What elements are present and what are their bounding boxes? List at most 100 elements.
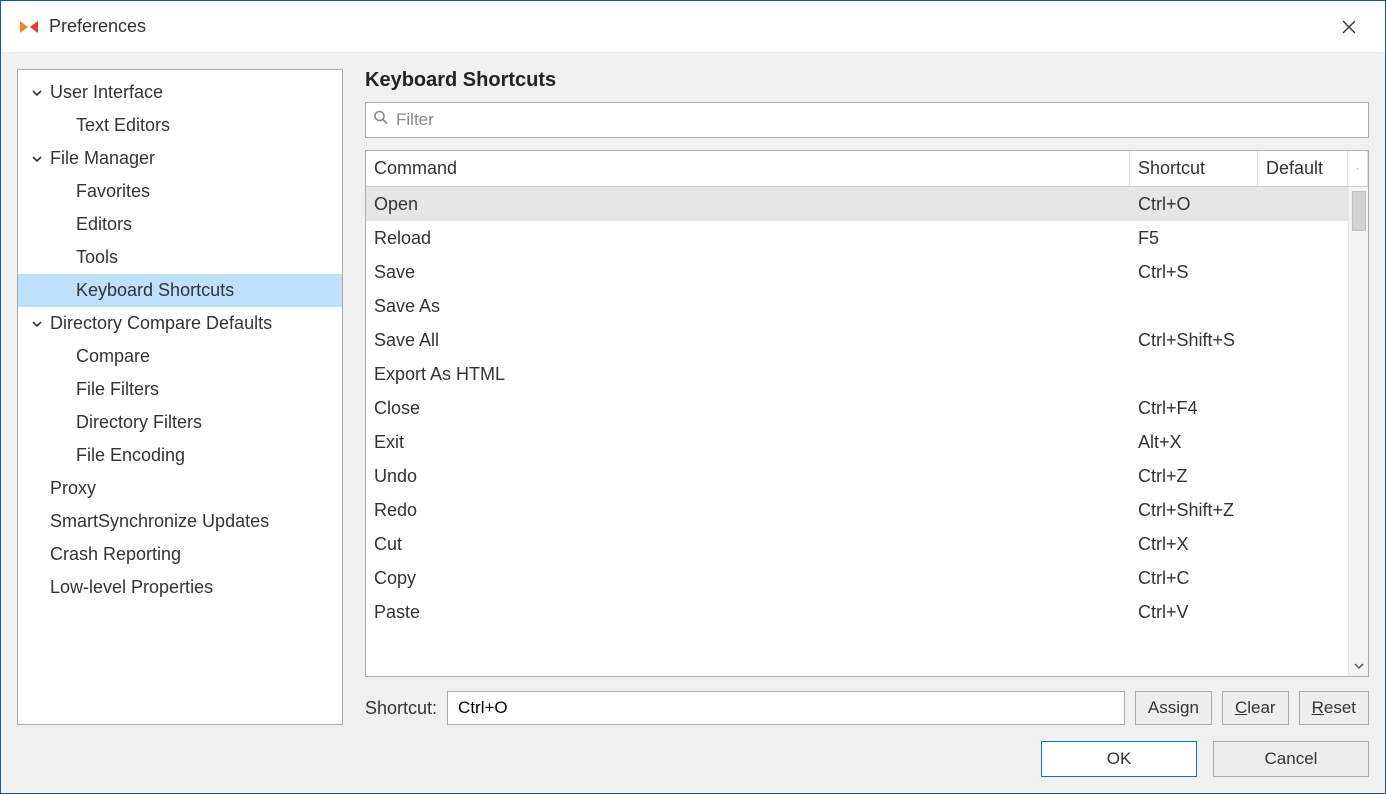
cell-shortcut: Ctrl+C bbox=[1130, 561, 1258, 595]
shortcuts-table: Command Shortcut Default OpenCtrl+OReloa… bbox=[365, 150, 1369, 677]
cell-command: Open bbox=[366, 187, 1130, 221]
sidebar-item-tools[interactable]: Tools bbox=[18, 241, 342, 274]
cell-default bbox=[1258, 221, 1348, 255]
table-header: Command Shortcut Default bbox=[366, 151, 1368, 187]
cell-shortcut: Ctrl+F4 bbox=[1130, 391, 1258, 425]
cell-command: Save All bbox=[366, 323, 1130, 357]
sidebar-item-text-editors[interactable]: Text Editors bbox=[18, 109, 342, 142]
table-row[interactable]: CutCtrl+X bbox=[366, 527, 1348, 561]
sidebar-item-label: Directory Filters bbox=[46, 412, 202, 433]
window-title: Preferences bbox=[49, 16, 1329, 37]
reset-button[interactable]: Reset bbox=[1299, 691, 1369, 725]
cell-default bbox=[1258, 459, 1348, 493]
preferences-tree: User Interface Text Editors File Manager Fa… bbox=[18, 70, 342, 610]
cell-default bbox=[1258, 527, 1348, 561]
cell-command: Reload bbox=[366, 221, 1130, 255]
sidebar-item-label: Directory Compare Defaults bbox=[46, 313, 272, 334]
cell-shortcut: Ctrl+Z bbox=[1130, 459, 1258, 493]
filter-input[interactable] bbox=[365, 102, 1369, 138]
cell-command: Save As bbox=[366, 289, 1130, 323]
sidebar-item-label: Proxy bbox=[46, 478, 96, 499]
sidebar-item-crash-reporting[interactable]: Crash Reporting bbox=[18, 538, 342, 571]
table-row[interactable]: ReloadF5 bbox=[366, 221, 1348, 255]
sidebar-item-smartsynchronize-updates[interactable]: SmartSynchronize Updates bbox=[18, 505, 342, 538]
table-row[interactable]: Save As bbox=[366, 289, 1348, 323]
cell-default bbox=[1258, 255, 1348, 289]
vertical-scrollbar[interactable] bbox=[1348, 187, 1368, 676]
sidebar-item-directory-filters[interactable]: Directory Filters bbox=[18, 406, 342, 439]
cell-default bbox=[1258, 595, 1348, 629]
sidebar-item-label: Favorites bbox=[46, 181, 150, 202]
sidebar-item-proxy[interactable]: Proxy bbox=[18, 472, 342, 505]
cell-shortcut: Ctrl+Shift+S bbox=[1130, 323, 1258, 357]
table-row[interactable]: CopyCtrl+C bbox=[366, 561, 1348, 595]
shortcut-input[interactable] bbox=[447, 691, 1125, 725]
clear-button[interactable]: Clear bbox=[1222, 691, 1289, 725]
sidebar-item-editors[interactable]: Editors bbox=[18, 208, 342, 241]
expand-caret-icon bbox=[28, 87, 46, 99]
sidebar-item-file-filters[interactable]: File Filters bbox=[18, 373, 342, 406]
close-button[interactable] bbox=[1329, 7, 1369, 47]
sidebar-item-favorites[interactable]: Favorites bbox=[18, 175, 342, 208]
expand-caret-icon bbox=[28, 153, 46, 165]
cell-shortcut: Ctrl+O bbox=[1130, 187, 1258, 221]
sidebar-item-label: Tools bbox=[46, 247, 118, 268]
col-shortcut[interactable]: Shortcut bbox=[1130, 151, 1258, 186]
cell-command: Undo bbox=[366, 459, 1130, 493]
reset-button-rest: eset bbox=[1324, 698, 1356, 717]
sidebar-item-file-encoding[interactable]: File Encoding bbox=[18, 439, 342, 472]
cell-default bbox=[1258, 493, 1348, 527]
table-row[interactable]: CloseCtrl+F4 bbox=[366, 391, 1348, 425]
table-row[interactable]: ExitAlt+X bbox=[366, 425, 1348, 459]
cancel-button[interactable]: Cancel bbox=[1213, 741, 1369, 777]
cell-shortcut bbox=[1130, 289, 1258, 323]
sidebar-item-keyboard-shortcuts[interactable]: Keyboard Shortcuts bbox=[18, 274, 342, 307]
cell-command: Cut bbox=[366, 527, 1130, 561]
sidebar-item-compare[interactable]: Compare bbox=[18, 340, 342, 373]
sidebar-item-file-manager[interactable]: File Manager bbox=[18, 142, 342, 175]
ok-button[interactable]: OK bbox=[1041, 741, 1197, 777]
cell-shortcut: Ctrl+Shift+Z bbox=[1130, 493, 1258, 527]
chevron-down-icon bbox=[1354, 661, 1364, 671]
cell-command: Save bbox=[366, 255, 1130, 289]
sidebar-item-low-level-properties[interactable]: Low-level Properties bbox=[18, 571, 342, 604]
expand-caret-icon bbox=[28, 318, 46, 330]
scrollbar-track[interactable] bbox=[1349, 231, 1368, 656]
cell-command: Exit bbox=[366, 425, 1130, 459]
sidebar-item-label: File Manager bbox=[46, 148, 155, 169]
cell-shortcut bbox=[1130, 357, 1258, 391]
preferences-sidebar[interactable]: User Interface Text Editors File Manager Fa… bbox=[17, 69, 343, 725]
sidebar-item-directory-compare-defaults[interactable]: Directory Compare Defaults bbox=[18, 307, 342, 340]
table-row[interactable]: SaveCtrl+S bbox=[366, 255, 1348, 289]
scroll-up-arrow[interactable] bbox=[1348, 151, 1368, 186]
dialog-footer: OK Cancel bbox=[17, 725, 1369, 777]
table-row[interactable]: PasteCtrl+V bbox=[366, 595, 1348, 629]
assign-button[interactable]: Assign bbox=[1135, 691, 1212, 725]
col-default[interactable]: Default bbox=[1258, 151, 1348, 186]
col-command[interactable]: Command bbox=[366, 151, 1130, 186]
table-row[interactable]: Export As HTML bbox=[366, 357, 1348, 391]
main-row: User Interface Text Editors File Manager Fa… bbox=[17, 69, 1369, 725]
sidebar-item-label: User Interface bbox=[46, 82, 163, 103]
sidebar-item-label: Low-level Properties bbox=[46, 577, 213, 598]
cell-shortcut: Alt+X bbox=[1130, 425, 1258, 459]
table-row[interactable]: Save AllCtrl+Shift+S bbox=[366, 323, 1348, 357]
sidebar-item-user-interface[interactable]: User Interface bbox=[18, 76, 342, 109]
titlebar: Preferences bbox=[1, 1, 1385, 53]
scrollbar-thumb[interactable] bbox=[1352, 191, 1366, 231]
table-row[interactable]: UndoCtrl+Z bbox=[366, 459, 1348, 493]
cell-command: Close bbox=[366, 391, 1130, 425]
cell-shortcut: Ctrl+V bbox=[1130, 595, 1258, 629]
table-row[interactable]: RedoCtrl+Shift+Z bbox=[366, 493, 1348, 527]
cell-shortcut: Ctrl+X bbox=[1130, 527, 1258, 561]
scroll-down-arrow[interactable] bbox=[1349, 656, 1368, 676]
cell-shortcut: F5 bbox=[1130, 221, 1258, 255]
cell-default bbox=[1258, 425, 1348, 459]
table-row[interactable]: OpenCtrl+O bbox=[366, 187, 1348, 221]
cell-default bbox=[1258, 323, 1348, 357]
chevron-up-icon bbox=[1356, 164, 1359, 174]
cell-default bbox=[1258, 289, 1348, 323]
shortcut-row: Shortcut: Assign Clear Reset bbox=[365, 691, 1369, 725]
cell-command: Paste bbox=[366, 595, 1130, 629]
cell-default bbox=[1258, 357, 1348, 391]
